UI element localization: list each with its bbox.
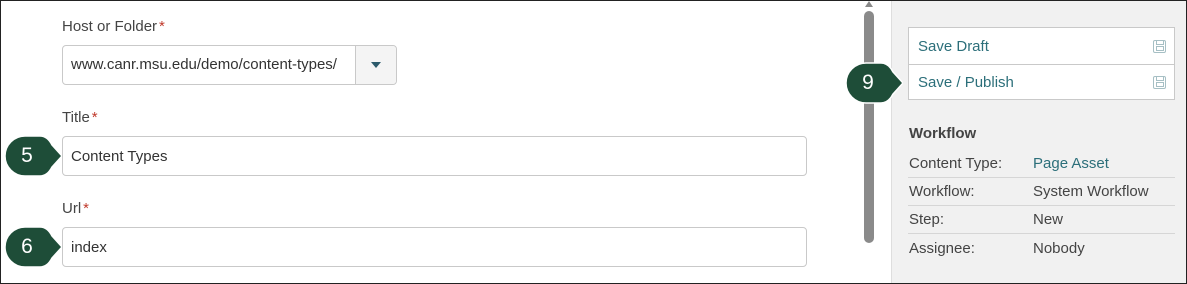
workflow-key: Content Type:	[909, 155, 1003, 172]
save-disk-icon	[1153, 76, 1166, 89]
callout-5: 5	[4, 135, 62, 177]
host-label-text: Host or Folder	[62, 18, 158, 35]
scrollbar[interactable]	[864, 1, 874, 283]
url-input[interactable]	[62, 227, 807, 267]
title-label: Title *	[62, 109, 98, 126]
save-draft-label: Save Draft	[918, 37, 989, 55]
host-folder-select[interactable]: www.canr.msu.edu/demo/content-types/	[62, 45, 397, 85]
callout-9: 9	[845, 62, 903, 104]
title-label-text: Title	[62, 109, 90, 126]
save-disk-icon	[1153, 39, 1166, 53]
right-sidebar: Save Draft Save / Publish Workflow Conte…	[891, 1, 1186, 283]
workflow-key: Assignee:	[909, 239, 975, 257]
save-publish-button[interactable]: Save / Publish	[909, 64, 1174, 100]
content-type-link[interactable]: Page Asset	[1033, 155, 1175, 172]
save-actions: Save Draft Save / Publish	[908, 27, 1175, 100]
workflow-value: Nobody	[1033, 239, 1085, 257]
save-draft-button[interactable]: Save Draft	[909, 28, 1174, 64]
save-publish-label: Save / Publish	[918, 74, 1014, 91]
workflow-row-workflow: Workflow: System Workflow	[908, 178, 1175, 206]
chevron-down-icon	[371, 62, 381, 68]
host-label: Host or Folder *	[62, 18, 165, 35]
callout-number: 5	[21, 144, 33, 167]
workflow-key: Step:	[909, 211, 945, 228]
workflow-row-assignee: Assignee: Nobody	[908, 234, 1175, 262]
workflow-value: New	[1033, 211, 1064, 228]
title-input[interactable]	[62, 136, 807, 176]
url-label-text: Url	[62, 200, 82, 217]
url-label: Url *	[62, 200, 89, 217]
host-folder-value[interactable]: www.canr.msu.edu/demo/content-types/	[63, 46, 355, 84]
workflow-value: System Workflow	[1033, 183, 1149, 200]
workflow-row-content-type: Content Type: Page Asset	[908, 150, 1175, 178]
workflow-row-step: Step: New	[908, 206, 1175, 234]
workflow-key: Workflow:	[909, 183, 975, 200]
workflow-heading: Workflow	[909, 125, 977, 142]
callout-number: 9	[862, 71, 874, 94]
scrollbar-thumb[interactable]	[864, 11, 874, 243]
host-dropdown-button[interactable]	[355, 46, 396, 84]
required-mark: *	[91, 109, 98, 126]
scroll-up-arrow-icon[interactable]	[865, 1, 873, 7]
workflow-table: Content Type: Page Asset Workflow: Syste…	[908, 150, 1175, 262]
required-mark: *	[159, 18, 165, 35]
callout-6: 6	[4, 226, 62, 268]
form-screenshot: Host or Folder * www.canr.msu.edu/demo/co…	[0, 0, 1187, 284]
required-mark: *	[83, 200, 90, 217]
callout-number: 6	[21, 235, 33, 258]
